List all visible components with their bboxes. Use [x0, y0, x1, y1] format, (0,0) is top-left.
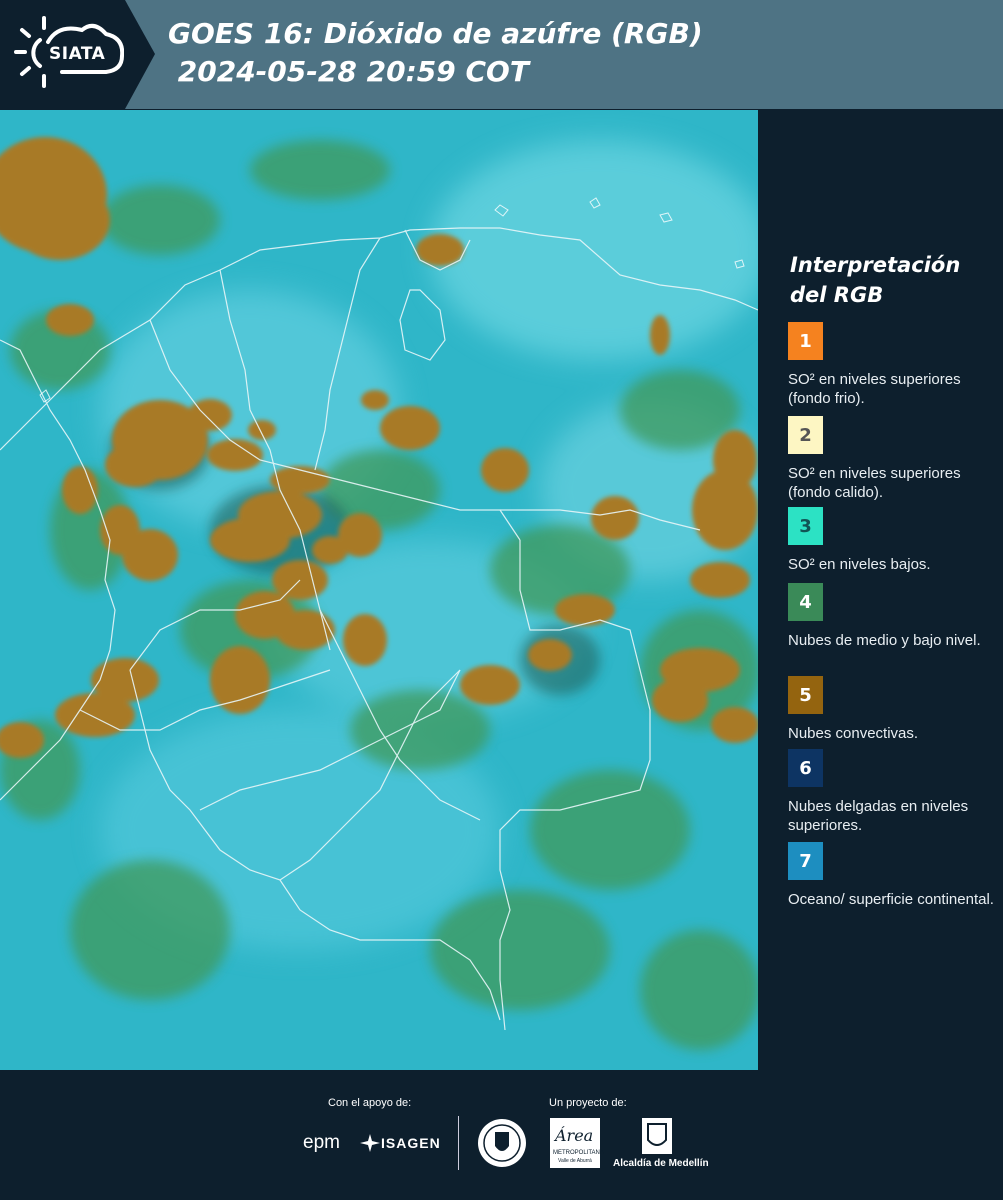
legend-text-5: Nubes convectivas.	[788, 725, 919, 742]
title-line-1: GOES 16: Dióxido de azúfre (RGB)	[168, 17, 703, 50]
legend-text-6: Nubes delgadas en niveles superiores.	[788, 798, 969, 834]
area-metropolitana-sub2: Valle de Aburrá	[558, 1158, 592, 1164]
legend-text-1: SO² en niveles superiores (fondo frio).	[788, 371, 961, 407]
legend-item-7: 7 Oceano/ superficie continental.	[788, 842, 998, 909]
legend-swatch-1: 1	[788, 322, 823, 360]
area-metropolitana-logo-text: Área	[555, 1126, 594, 1145]
legend-item-4: 4 Nubes de medio y bajo nivel.	[788, 583, 998, 650]
alcaldia-shield-icon	[642, 1118, 672, 1154]
alcaldia-logo-text: Alcaldía de Medellín	[613, 1158, 709, 1169]
project-label: Un proyecto de:	[549, 1097, 627, 1109]
legend-swatch-4: 4	[788, 583, 823, 621]
legend-item-6: 6 Nubes delgadas en niveles superiores.	[788, 749, 998, 835]
footer: Con el apoyo de: Un proyecto de: epm ISA…	[0, 1070, 1003, 1200]
legend-text-2: SO² en niveles superiores (fondo calido)…	[788, 465, 961, 501]
header-bar: SIATA GOES 16: Dióxido de azúfre (RGB) 2…	[0, 0, 1003, 109]
legend-swatch-5: 5	[788, 676, 823, 714]
footer-divider	[458, 1116, 459, 1170]
isagen-logo: ISAGEN	[381, 1135, 441, 1151]
isagen-star-icon	[360, 1134, 380, 1152]
epm-logo: epm	[303, 1132, 340, 1153]
legend-text-4: Nubes de medio y bajo nivel.	[788, 632, 981, 649]
legend-text-7: Oceano/ superficie continental.	[788, 891, 994, 908]
legend-item-2: 2 SO² en niveles superiores (fondo calid…	[788, 416, 998, 502]
legend-swatch-3: 3	[788, 507, 823, 545]
medellin-seal-icon	[478, 1119, 526, 1167]
title-line-2: 2024-05-28 20:59 COT	[168, 55, 529, 88]
support-label: Con el apoyo de:	[328, 1097, 412, 1109]
siata-logo-text: SIATA	[49, 44, 106, 64]
legend-item-3: 3 SO² en niveles bajos.	[788, 507, 998, 574]
page-title: GOES 16: Dióxido de azúfre (RGB) 2024-05…	[168, 15, 703, 91]
legend-panel: Interpretación del RGB 1 SO² en niveles …	[760, 110, 1003, 1070]
legend-text-3: SO² en niveles bajos.	[788, 556, 931, 573]
legend-title: Interpretación del RGB	[790, 253, 961, 307]
legend-item-5: 5 Nubes convectivas.	[788, 676, 998, 743]
legend-swatch-2: 2	[788, 416, 823, 454]
satellite-image	[0, 110, 758, 1070]
legend-item-1: 1 SO² en niveles superiores (fondo frio)…	[788, 322, 998, 408]
legend-swatch-7: 7	[788, 842, 823, 880]
legend-swatch-6: 6	[788, 749, 823, 787]
area-metropolitana-sub: METROPOLITANA	[553, 1150, 604, 1156]
